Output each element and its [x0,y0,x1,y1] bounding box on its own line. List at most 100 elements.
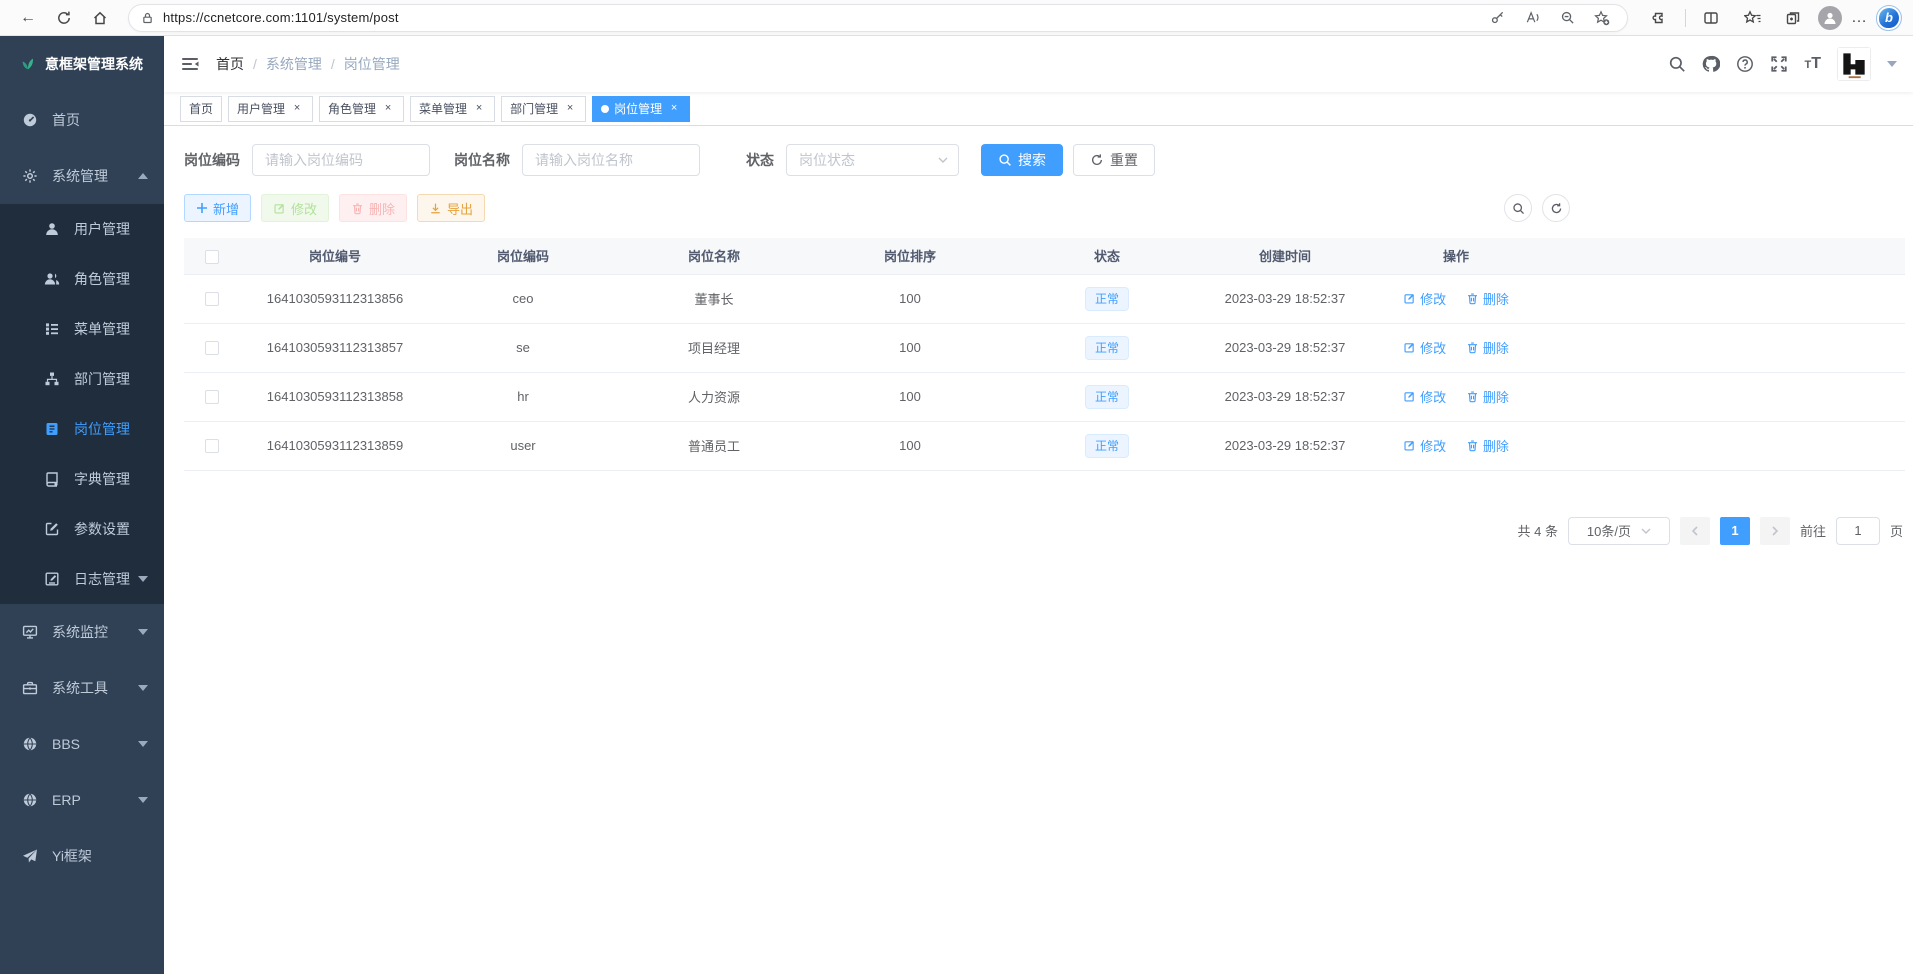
sidebar-item-dictionary[interactable]: 字典管理 [0,454,164,504]
show-search-toggle-button[interactable] [1504,194,1532,222]
goto-page-input[interactable] [1836,517,1880,545]
row-edit-link[interactable]: 修改 [1403,436,1446,455]
search-form: 岗位编码 岗位名称 状态 岗位状态 搜索 重置 [184,144,1905,176]
sidebar-item-menus[interactable]: 菜单管理 [0,304,164,354]
status-badge[interactable]: 正常 [1085,434,1129,458]
browser-menu-icon[interactable]: … [1851,9,1868,27]
tab-home[interactable]: 首页 [180,96,222,122]
post-name-input[interactable] [522,144,700,176]
breadcrumb-home[interactable]: 首页 [216,54,244,74]
tab-departments[interactable]: 部门管理× [501,96,586,122]
row-checkbox[interactable] [205,292,219,306]
dashboard-icon [22,112,38,128]
search-button[interactable]: 搜索 [981,144,1063,176]
sidebar-toggle-icon[interactable] [164,54,216,74]
tab-close-icon[interactable]: × [290,102,304,116]
sidebar-item-monitor[interactable]: 系统监控 [0,604,164,660]
font-size-icon[interactable]: TT [1804,55,1821,73]
table-row[interactable]: 1641030593112313856 ceo 董事长 100 正常 2023-… [184,274,1905,323]
users-group-icon [44,271,60,287]
export-button[interactable]: 导出 [417,194,485,222]
tab-posts-active[interactable]: 岗位管理× [592,96,690,122]
tab-close-icon[interactable]: × [563,102,577,116]
favorites-bar-icon[interactable] [1736,4,1768,32]
status-badge[interactable]: 正常 [1085,336,1129,360]
tab-close-icon[interactable]: × [381,102,395,116]
favorite-add-icon[interactable] [1589,6,1615,30]
row-delete-link[interactable]: 删除 [1466,289,1509,308]
post-code-label: 岗位编码 [184,150,240,170]
row-checkbox[interactable] [205,341,219,355]
refresh-table-button[interactable] [1542,194,1570,222]
tab-users[interactable]: 用户管理× [228,96,313,122]
read-aloud-icon[interactable] [1519,6,1545,30]
prev-page-button[interactable] [1680,517,1710,545]
url-text[interactable]: https://ccnetcore.com:1101/system/post [163,10,1475,25]
sidebar-item-departments[interactable]: 部门管理 [0,354,164,404]
refresh-icon [1090,153,1104,167]
edit-button[interactable]: 修改 [261,194,329,222]
sidebar-item-posts[interactable]: 岗位管理 [0,404,164,454]
split-screen-icon[interactable] [1695,4,1727,32]
avatar-caret-icon[interactable] [1887,61,1897,67]
next-page-button[interactable] [1760,517,1790,545]
collections-icon[interactable] [1777,4,1809,32]
globe-icon [22,792,38,808]
post-code-input[interactable] [252,144,430,176]
table-row[interactable]: 1641030593112313858 hr 人力资源 100 正常 2023-… [184,372,1905,421]
sidebar-item-erp[interactable]: ERP [0,772,164,828]
bing-copilot-icon[interactable]: b [1877,6,1901,30]
sidebar-item-roles[interactable]: 角色管理 [0,254,164,304]
zoom-out-icon[interactable] [1554,6,1580,30]
tab-close-icon[interactable]: × [667,102,681,116]
page-number-current[interactable]: 1 [1720,517,1750,545]
row-delete-link[interactable]: 删除 [1466,338,1509,357]
browser-refresh-icon[interactable] [48,4,80,32]
row-edit-link[interactable]: 修改 [1403,387,1446,406]
delete-button-label: 删除 [369,199,395,218]
fullscreen-icon[interactable] [1770,55,1788,73]
sidebar-item-tools[interactable]: 系统工具 [0,660,164,716]
browser-profile-avatar[interactable] [1818,6,1842,30]
add-button[interactable]: 新增 [184,194,251,222]
select-all-checkbox[interactable] [205,250,219,264]
row-checkbox[interactable] [205,439,219,453]
sidebar-item-logs[interactable]: 日志管理 [0,554,164,604]
sidebar-item-users[interactable]: 用户管理 [0,204,164,254]
github-icon[interactable] [1702,55,1720,73]
password-key-icon[interactable] [1484,6,1510,30]
status-badge[interactable]: 正常 [1085,287,1129,311]
reset-button[interactable]: 重置 [1073,144,1155,176]
sidebar-item-system[interactable]: 系统管理 [0,148,164,204]
browser-home-icon[interactable] [84,4,116,32]
row-edit-link[interactable]: 修改 [1403,338,1446,357]
status-badge[interactable]: 正常 [1085,385,1129,409]
cell-post-id: 1641030593112313859 [240,421,430,470]
table-row[interactable]: 1641030593112313857 se 项目经理 100 正常 2023-… [184,323,1905,372]
tab-menus[interactable]: 菜单管理× [410,96,495,122]
user-avatar[interactable] [1837,47,1871,81]
sidebar-item-parameters[interactable]: 参数设置 [0,504,164,554]
row-checkbox[interactable] [205,390,219,404]
sidebar-item-home[interactable]: 首页 [0,92,164,148]
row-delete-link[interactable]: 删除 [1466,387,1509,406]
plus-icon [196,202,208,214]
sidebar-item-label: BBS [52,736,80,752]
help-icon[interactable] [1736,55,1754,73]
app-logo[interactable]: 意框架管理系统 [0,36,164,92]
status-select[interactable]: 岗位状态 [786,144,959,176]
row-edit-link[interactable]: 修改 [1403,289,1446,308]
page-size-select[interactable]: 10条/页 [1568,517,1670,545]
sidebar-item-yi-framework[interactable]: Yi框架 [0,828,164,884]
table-row[interactable]: 1641030593112313859 user 普通员工 100 正常 202… [184,421,1905,470]
delete-button[interactable]: 删除 [339,194,407,222]
header-search-icon[interactable] [1668,55,1686,73]
sidebar-item-bbs[interactable]: BBS [0,716,164,772]
tab-roles[interactable]: 角色管理× [319,96,404,122]
browser-back-icon[interactable]: ← [12,4,44,32]
tab-close-icon[interactable]: × [472,102,486,116]
address-bar[interactable]: https://ccnetcore.com:1101/system/post [128,4,1628,32]
row-delete-link[interactable]: 删除 [1466,436,1509,455]
cell-post-sort: 100 [812,274,1008,323]
extensions-icon[interactable] [1644,4,1676,32]
